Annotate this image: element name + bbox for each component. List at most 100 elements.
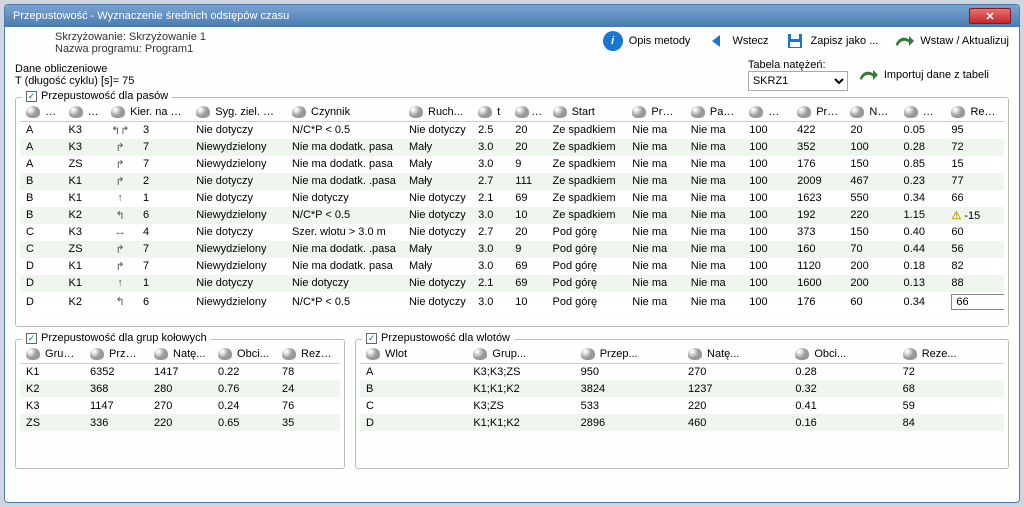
table-cell[interactable]: 150 xyxy=(844,156,897,173)
table-cell[interactable]: K1 xyxy=(20,363,84,380)
table-cell[interactable]: 0.23 xyxy=(898,173,946,190)
editable-cell[interactable]: 66 xyxy=(951,294,1004,310)
table-cell[interactable]: Nie ma xyxy=(626,173,685,190)
table-cell[interactable]: 100 xyxy=(743,224,791,241)
column-header[interactable]: Wlot xyxy=(20,104,63,121)
save-as-button[interactable]: Zapisz jako ... xyxy=(785,31,879,51)
table-cell[interactable]: 69 xyxy=(509,275,546,292)
table-cell[interactable]: Nie dotyczy xyxy=(190,224,286,241)
table-cell[interactable]: 0.13 xyxy=(898,275,946,292)
table-cell[interactable]: 72 xyxy=(945,139,1004,156)
table-row[interactable]: ZS3362200.6535 xyxy=(20,414,340,431)
table-row[interactable]: AZS↱7NiewydzielonyNie ma dodatk. pasaMał… xyxy=(20,156,1004,173)
table-cell[interactable]: 77 xyxy=(945,173,1004,190)
table-cell[interactable]: ⚠ -15 xyxy=(945,207,1004,224)
table-cell[interactable]: Nie ma xyxy=(626,121,685,139)
table-cell[interactable]: 0.34 xyxy=(898,292,946,312)
table-row[interactable]: AK3;K3;ZS9502700.2872 xyxy=(360,363,1004,380)
table-cell[interactable]: Nie dotyczy xyxy=(190,173,286,190)
table-cell[interactable]: A xyxy=(20,156,63,173)
table-cell[interactable]: 0.22 xyxy=(212,363,276,380)
table-cell[interactable]: 1147 xyxy=(84,397,148,414)
table-cell[interactable]: 0.18 xyxy=(898,258,946,275)
table-cell[interactable]: Nie ma xyxy=(626,292,685,312)
table-cell[interactable]: Pod górę xyxy=(547,224,627,241)
table-cell[interactable]: K1;K1;K2 xyxy=(467,414,574,431)
column-header[interactable]: Wlot xyxy=(360,346,467,363)
table-cell[interactable]: K1;K1;K2 xyxy=(467,380,574,397)
table-cell[interactable]: Nie ma xyxy=(626,190,685,207)
column-header[interactable]: Natęż... xyxy=(844,104,897,121)
table-cell[interactable]: B xyxy=(20,173,63,190)
table-cell[interactable]: Nie ma xyxy=(626,139,685,156)
table-cell[interactable]: ↔ xyxy=(105,224,137,241)
table-cell[interactable]: N/C*P < 0.5 xyxy=(286,121,403,139)
column-header[interactable]: Obci... xyxy=(789,346,896,363)
table-cell[interactable]: 100 xyxy=(743,121,791,139)
table-cell[interactable]: Mały xyxy=(403,241,472,258)
table-cell[interactable]: Ze spadkiem xyxy=(547,207,627,224)
table-cell[interactable]: 84 xyxy=(897,414,1004,431)
table-cell[interactable]: Szer. wlotu > 3.0 m xyxy=(286,224,403,241)
table-cell[interactable]: 0.05 xyxy=(898,121,946,139)
table-cell[interactable]: 100 xyxy=(743,190,791,207)
table-cell[interactable]: 20 xyxy=(509,224,546,241)
table-row[interactable]: AK3↱7NiewydzielonyNie ma dodatk. pasaMał… xyxy=(20,139,1004,156)
table-cell[interactable]: 1.15 xyxy=(898,207,946,224)
table-cell[interactable]: Nie ma xyxy=(685,292,744,312)
table-cell[interactable]: ↱ xyxy=(105,156,137,173)
column-header[interactable]: Start xyxy=(547,104,627,121)
table-cell[interactable]: 3.0 xyxy=(472,139,509,156)
table-cell[interactable]: 467 xyxy=(844,173,897,190)
table-cell[interactable]: 1120 xyxy=(791,258,844,275)
table-cell[interactable]: ZS xyxy=(63,156,106,173)
table-cell[interactable]: 270 xyxy=(682,363,789,380)
column-header[interactable]: Syg. ziel. dot. p... xyxy=(190,104,286,121)
table-cell[interactable]: Nie dotyczy xyxy=(286,275,403,292)
table-cell[interactable]: Ze spadkiem xyxy=(547,121,627,139)
table-cell[interactable]: 460 xyxy=(682,414,789,431)
insert-update-button[interactable]: Wstaw / Aktualizuj xyxy=(894,31,1009,51)
table-cell[interactable]: 24 xyxy=(276,380,340,397)
table-cell[interactable]: Nie ma xyxy=(626,207,685,224)
table-cell[interactable]: 100 xyxy=(743,241,791,258)
table-cell[interactable]: ↱ xyxy=(105,173,137,190)
table-cell[interactable]: Ze spadkiem xyxy=(547,156,627,173)
table-cell[interactable]: Nie ma xyxy=(685,275,744,292)
table-cell[interactable]: Mały xyxy=(403,258,472,275)
table-cell[interactable]: 1 xyxy=(137,275,190,292)
column-header[interactable]: Ruch... xyxy=(403,104,472,121)
table-cell[interactable]: 70 xyxy=(844,241,897,258)
table-cell[interactable]: Mały xyxy=(403,156,472,173)
table-cell[interactable]: K2 xyxy=(63,292,106,312)
table-cell[interactable]: Ze spadkiem xyxy=(547,173,627,190)
table-cell[interactable]: 150 xyxy=(844,224,897,241)
table-cell[interactable]: 2.1 xyxy=(472,275,509,292)
table-cell[interactable]: 1623 xyxy=(791,190,844,207)
table-cell[interactable]: K3 xyxy=(20,397,84,414)
table-cell[interactable]: Nie dotyczy xyxy=(286,190,403,207)
table-cell[interactable]: N/C*P < 0.5 xyxy=(286,292,403,312)
table-cell[interactable]: 0.34 xyxy=(898,190,946,207)
table-row[interactable]: CZS↱7NiewydzielonyNie ma dodatk. .pasaMa… xyxy=(20,241,1004,258)
column-header[interactable]: Reze... xyxy=(897,346,1004,363)
table-cell[interactable]: Mały xyxy=(403,139,472,156)
table-cell[interactable]: Niewydzielony xyxy=(190,139,286,156)
table-cell[interactable]: Nie ma xyxy=(626,275,685,292)
table-cell[interactable]: 88 xyxy=(945,275,1004,292)
column-header[interactable]: Kier. na p... xyxy=(105,104,190,121)
table-cell[interactable]: Nie dotyczy xyxy=(403,224,472,241)
table-cell[interactable]: 56 xyxy=(945,241,1004,258)
table-cell[interactable]: 0.76 xyxy=(212,380,276,397)
table-cell[interactable]: Ze spadkiem xyxy=(547,139,627,156)
table-cell[interactable]: 0.28 xyxy=(898,139,946,156)
table-cell[interactable]: Nie dotyczy xyxy=(403,121,472,139)
table-cell[interactable]: D xyxy=(360,414,467,431)
table-cell[interactable]: Niewydzielony xyxy=(190,156,286,173)
table-cell[interactable]: 1237 xyxy=(682,380,789,397)
table-cell[interactable]: Nie ma xyxy=(685,207,744,224)
table-cell[interactable]: Nie ma dodatk. .pasa xyxy=(286,241,403,258)
table-cell[interactable]: K2 xyxy=(63,207,106,224)
table-cell[interactable]: 2896 xyxy=(575,414,682,431)
table-cell[interactable]: Nie ma dodatk. pasa xyxy=(286,258,403,275)
